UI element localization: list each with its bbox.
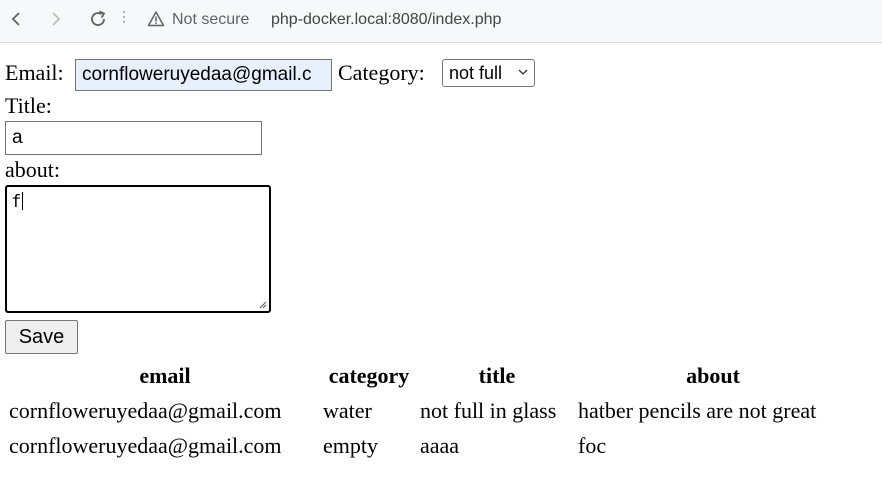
cell-about: foc <box>578 433 607 458</box>
header-about: about <box>686 363 740 388</box>
address-bar-url[interactable]: php-docker.local:8080/index.php <box>271 10 501 30</box>
cell-title: not full in glass <box>420 398 557 423</box>
cell-email: cornfloweruyedaa@gmail.com <box>9 433 282 458</box>
cell-about: hatber pencils are not great <box>578 398 817 423</box>
security-label[interactable]: Not secure <box>172 10 249 30</box>
title-label: Title: <box>5 93 52 118</box>
header-category: category <box>328 363 410 388</box>
forward-arrow-icon[interactable] <box>45 8 67 30</box>
reload-icon[interactable] <box>87 8 109 30</box>
chevron-down-icon <box>518 69 528 75</box>
divider-dots-icon <box>121 11 127 25</box>
about-textarea[interactable]: f <box>5 185 271 313</box>
cell-email: cornfloweruyedaa@gmail.com <box>9 398 282 423</box>
back-arrow-icon[interactable] <box>5 8 27 30</box>
cell-category: water <box>323 398 372 423</box>
save-button[interactable]: Save <box>5 320 78 354</box>
title-input[interactable]: a <box>5 121 262 155</box>
category-selected-value: not full <box>449 63 503 83</box>
email-label: Email: <box>5 60 64 85</box>
category-label: Category: <box>338 60 425 85</box>
resize-handle-icon[interactable] <box>259 301 267 309</box>
category-select[interactable]: not full <box>442 59 535 87</box>
text-caret <box>22 192 24 210</box>
cell-category: empty <box>323 433 378 458</box>
warning-icon[interactable] <box>147 10 165 28</box>
about-text: f <box>11 192 22 212</box>
cell-title: aaaa <box>420 433 460 458</box>
header-email: email <box>139 363 191 388</box>
browser-toolbar: Not secure php-docker.local:8080/index.p… <box>0 0 882 43</box>
email-input[interactable]: cornfloweruyedaa@gmail.c <box>75 59 332 91</box>
header-title: title <box>478 363 516 388</box>
about-label: about: <box>5 157 60 182</box>
